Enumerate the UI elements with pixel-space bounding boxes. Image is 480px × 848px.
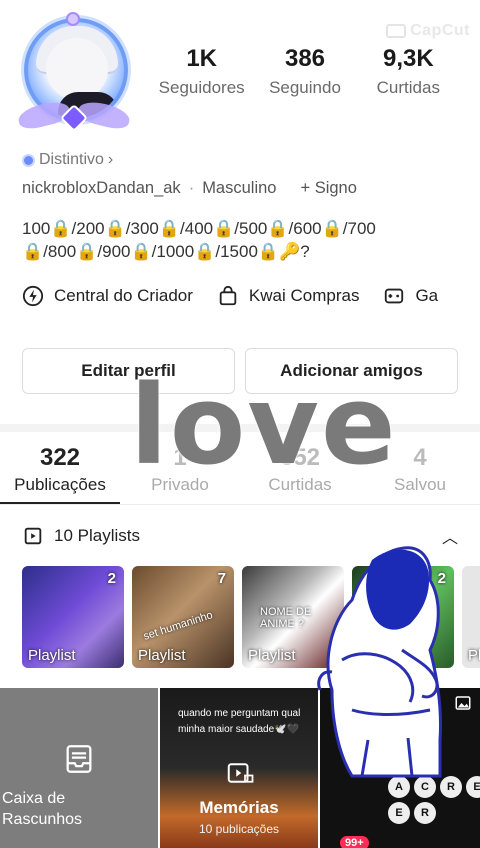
action-label: Central do Criador [54,286,193,305]
profile-avatar[interactable] [12,12,136,136]
stat-value: 1K [186,45,217,72]
avatar-top-ornament-icon [66,12,80,26]
capcut-logo-icon [386,24,407,38]
tab-label: Publicações [14,475,106,494]
playlist-card[interactable]: 2 Playlist [22,566,124,668]
playlist-card[interactable]: Pl [462,566,480,668]
drafts-icon [62,742,96,781]
playlist-count: 7 [217,570,226,587]
drafts-tile[interactable]: Caixa de Rascunhos [0,688,158,848]
stat-followers[interactable]: 1K Seguidores [150,44,253,98]
drafts-label-line: Rascunhos [2,811,83,828]
badge-icon [22,153,35,167]
action-label: Ga [415,286,439,305]
games-button[interactable]: Ga [383,285,438,307]
key: E [466,776,480,798]
playlist-overlay-text: set humaninho [141,609,215,643]
avatar-face [46,38,108,100]
stat-value: 9,3K [382,45,434,72]
tab-publicacoes[interactable]: 322 Publicações [0,443,120,495]
memories-icon [224,758,256,793]
playlist-count: 2 [107,570,116,587]
badge-link[interactable]: Distintivo › [22,151,113,169]
stat-value: 386 [284,45,326,72]
stat-label: Curtidas [376,78,440,97]
bio-line: 100🔒/200🔒/300🔒/400🔒/500🔒/600🔒/700 [22,219,376,238]
playlist-label: Playlist [248,647,296,664]
playlist-card[interactable]: 7 set humaninho Playlist [132,566,234,668]
action-label: Kwai Compras [248,286,360,305]
key: R [414,802,436,824]
shopping-bag-icon [217,285,239,307]
memories-caption: quando me perguntam qual minha maior sau… [178,708,301,735]
lightning-icon [22,285,44,307]
stat-label: Seguindo [269,78,341,97]
gender: Masculino [202,179,277,197]
dot-separator: · [188,179,195,197]
bio-line: 🔒/800🔒/900🔒/1000🔒/1500🔒🔑? [22,242,310,261]
drafts-label: Caixa de Rascunhos [2,788,82,830]
playlist-label: Pl [468,647,480,664]
memories-title: Memórias [199,798,279,817]
profile-stats: 1K Seguidores 386 Seguindo 9,3K Curtidas [150,44,460,98]
playlist-label: Playlist [138,647,186,664]
notification-badge: 99+ [340,836,369,848]
key: E [388,802,410,824]
hugging-couple-sticker [317,546,442,778]
add-sign-link[interactable]: + Signo [300,179,356,198]
memories-subtitle: 10 publicações [198,822,280,836]
playlists-count-label: 10 Playlists [54,526,140,545]
tabs-border [0,504,480,505]
drafts-label-line: Caixa de [2,790,66,807]
stat-likes[interactable]: 9,3K Curtidas [357,44,460,98]
memories-tile[interactable]: quando me perguntam qual minha maior sau… [160,688,318,848]
stat-following[interactable]: 386 Seguindo [253,44,356,98]
tab-count: 322 [39,444,81,471]
playlist-overlay-text: NOME DE ANIME ? [260,606,312,630]
creator-center-button[interactable]: Central do Criador [22,285,193,307]
profile-actions: Central do Criador Kwai Compras Ga [22,285,480,307]
chevron-right-icon: › [107,151,114,168]
profile-bio: 100🔒/200🔒/300🔒/400🔒/500🔒/600🔒/700 🔒/800🔒… [22,217,462,263]
capcut-watermark: CapCut [386,22,470,40]
username: nickrobloxDandan_ak [22,179,181,197]
gamepad-icon [383,285,405,307]
love-overlay-text: love [130,361,398,489]
badge-label: Distintivo [39,151,104,168]
playlist-icon [22,525,44,547]
playlist-label: Playlist [28,647,76,664]
stat-label: Seguidores [158,78,245,97]
kwai-shop-button[interactable]: Kwai Compras [217,285,360,307]
watermark-text: CapCut [410,22,470,39]
profile-info: nickrobloxDandan_ak · Masculino + Signo [22,179,357,198]
